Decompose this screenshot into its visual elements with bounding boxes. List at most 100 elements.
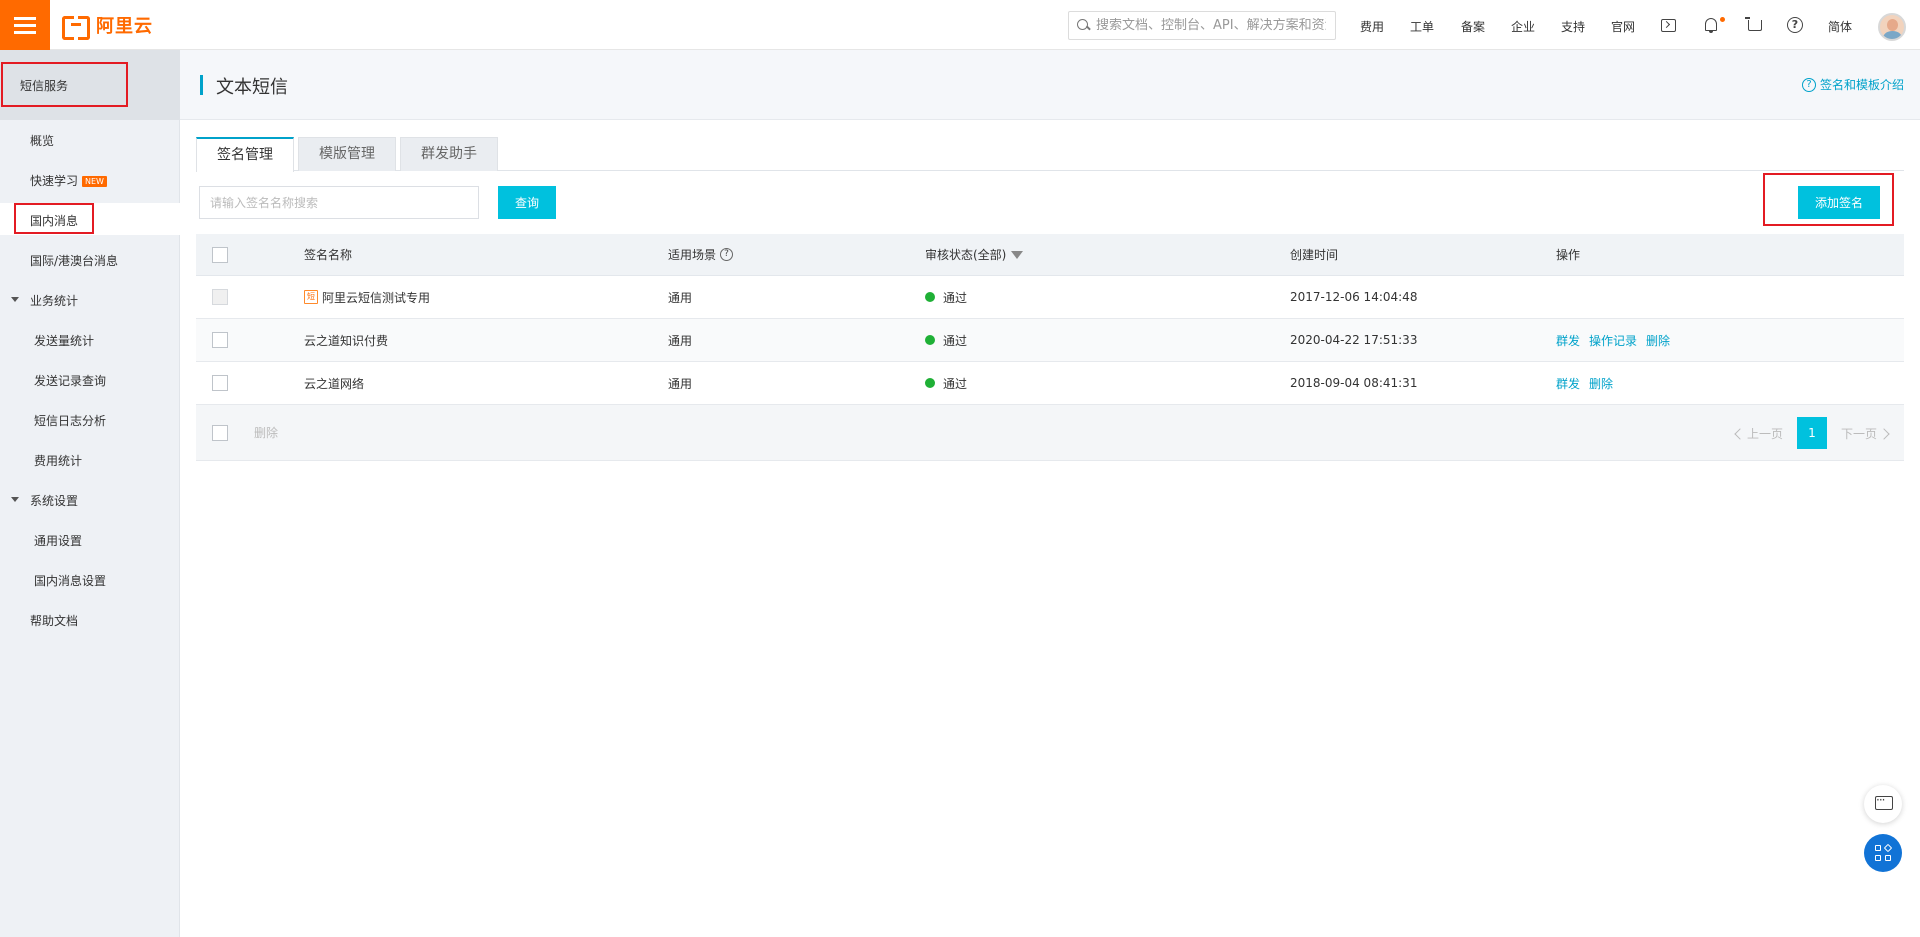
sidebar-item-quick-learn[interactable]: 快速学习 NEW — [0, 163, 180, 195]
new-badge: NEW — [82, 176, 107, 187]
footer-select-checkbox[interactable] — [212, 424, 228, 441]
status-text: 通过 — [943, 333, 968, 348]
sidebar-item-label: 快速学习 — [30, 174, 79, 188]
bulk-delete-button[interactable]: 删除 — [254, 405, 278, 460]
status-text: 通过 — [943, 376, 968, 391]
global-search-input[interactable] — [1096, 18, 1326, 33]
nav-enterprise[interactable]: 企业 — [1511, 18, 1535, 35]
sidebar-item-label: 概览 — [30, 134, 55, 148]
sidebar-item-domestic-settings[interactable]: 国内消息设置 — [0, 563, 180, 595]
bulk-send-link[interactable]: 群发 — [1556, 332, 1580, 349]
global-search[interactable] — [1068, 11, 1336, 40]
sign-name-text: 阿里云短信测试专用 — [322, 290, 431, 305]
page-number-current[interactable]: 1 — [1796, 417, 1827, 449]
sidebar-item-label: 帮助文档 — [30, 614, 79, 628]
nav-website[interactable]: 官网 — [1611, 18, 1635, 35]
help-icon[interactable]: ? — [1787, 17, 1803, 33]
delete-link[interactable]: 删除 — [1646, 332, 1670, 349]
logo-text: 阿里云 — [96, 16, 153, 37]
sidebar-item-log-analysis[interactable]: 短信日志分析 — [0, 403, 180, 435]
col-scene-label: 适用场景 — [668, 248, 717, 262]
question-icon: ? — [1801, 77, 1816, 92]
status-dot-icon — [925, 292, 935, 302]
sidebar-item-send-volume[interactable]: 发送量统计 — [0, 323, 180, 355]
row-actions: 群发 删除 — [1556, 362, 1622, 404]
scene: 通用 — [668, 290, 693, 305]
bulk-send-link[interactable]: 群发 — [1556, 375, 1580, 392]
page-header: 文本短信 ? 签名和模板介绍 — [180, 50, 1920, 120]
cart-icon[interactable] — [1745, 17, 1762, 31]
prev-page-button[interactable]: 上一页 — [1734, 425, 1783, 442]
select-all-checkbox[interactable] — [212, 246, 228, 263]
operation-log-link[interactable]: 操作记录 — [1589, 332, 1637, 349]
sidebar-item-label: 国内消息设置 — [34, 574, 107, 588]
intro-link-label: 签名和模板介绍 — [1819, 78, 1904, 92]
notification-dot — [1720, 17, 1725, 22]
add-sign-button[interactable]: 添加签名 — [1798, 186, 1880, 219]
sidebar-item-international[interactable]: 国际/港澳台消息 — [0, 243, 180, 275]
prev-page-label: 上一页 — [1746, 426, 1783, 441]
table-header: 签名名称 适用场景 ? 审核状态(全部) 创建时间 操作 — [196, 234, 1904, 276]
sidebar-item-help-docs[interactable]: 帮助文档 — [0, 603, 180, 635]
sidebar-item-label: 短信日志分析 — [34, 414, 107, 428]
scene: 通用 — [668, 333, 693, 348]
sidebar-item-label: 业务统计 — [30, 294, 79, 308]
sidebar-item-cost-stats[interactable]: 费用统计 — [0, 443, 180, 475]
search-icon — [1077, 19, 1090, 32]
col-actions: 操作 — [1556, 248, 1581, 262]
title-accent-bar — [200, 75, 203, 95]
created-time: 2017-12-06 14:04:48 — [1290, 290, 1418, 304]
sidebar-item-send-records[interactable]: 发送记录查询 — [0, 363, 180, 395]
sidebar-item-overview[interactable]: 概览 — [0, 123, 180, 155]
sign-name: 云之道网络 — [304, 376, 365, 391]
menu-icon[interactable] — [0, 0, 50, 50]
col-status: 审核状态(全部) — [925, 234, 1024, 275]
tab-sign-management[interactable]: 签名管理 — [196, 137, 294, 172]
tab-bulk-assistant[interactable]: 群发助手 — [400, 137, 498, 171]
row-checkbox[interactable] — [212, 332, 228, 348]
intro-link[interactable]: ? 签名和模板介绍 — [1801, 76, 1904, 93]
sign-name: 云之道知识付费 — [304, 333, 389, 348]
caret-down-icon — [11, 297, 19, 302]
status: 通过 — [925, 276, 967, 318]
scene: 通用 — [668, 376, 693, 391]
avatar[interactable] — [1878, 13, 1906, 41]
row-checkbox[interactable] — [212, 375, 228, 391]
sidebar-item-label: 发送记录查询 — [34, 374, 107, 388]
chat-icon[interactable] — [1864, 785, 1902, 823]
row-actions: 群发 操作记录 删除 — [1556, 319, 1679, 361]
query-button[interactable]: 查询 — [498, 186, 556, 219]
table-row: 短 阿里云短信测试专用 通用 通过 2017-12-06 14:04:48 — [196, 276, 1904, 319]
logo-icon — [62, 16, 90, 40]
created-time: 2018-09-04 08:41:31 — [1290, 376, 1418, 390]
status-text: 通过 — [943, 290, 968, 305]
nav-support[interactable]: 支持 — [1561, 18, 1585, 35]
col-created: 创建时间 — [1290, 248, 1339, 262]
sign-search-input[interactable] — [199, 186, 479, 219]
nav-fees[interactable]: 费用 — [1360, 18, 1384, 35]
sidebar: 短信服务 概览 快速学习 NEW 国内消息 国际/港澳台消息 业务统计 发送量统计… — [0, 50, 180, 937]
nav-filing[interactable]: 备案 — [1461, 18, 1485, 35]
sidebar-group-stats[interactable]: 业务统计 — [0, 283, 180, 315]
next-page-button[interactable]: 下一页 — [1841, 425, 1890, 442]
terminal-icon[interactable] — [1661, 19, 1676, 32]
status: 通过 — [925, 362, 967, 404]
table-row: 云之道知识付费 通用 通过 2020-04-22 17:51:33 群发 操作记… — [196, 319, 1904, 362]
col-status-label: 审核状态(全部) — [925, 248, 1007, 262]
delete-link[interactable]: 删除 — [1589, 375, 1613, 392]
sidebar-item-general-settings[interactable]: 通用设置 — [0, 523, 180, 555]
nav-ticket[interactable]: 工单 — [1410, 18, 1434, 35]
tab-template-management[interactable]: 模版管理 — [298, 137, 396, 171]
row-checkbox — [212, 289, 228, 305]
sidebar-group-settings[interactable]: 系统设置 — [0, 483, 180, 515]
col-sign-name: 签名名称 — [304, 248, 353, 262]
lang-switch[interactable]: 简体 — [1828, 18, 1852, 35]
filter-icon[interactable] — [1011, 250, 1024, 259]
info-icon[interactable]: ? — [720, 248, 734, 261]
bell-icon[interactable] — [1705, 18, 1717, 33]
status-dot-icon — [925, 335, 935, 345]
sidebar-item-label: 系统设置 — [30, 494, 79, 508]
aliyun-logo[interactable]: 阿里云 — [62, 13, 153, 40]
tab-bar: 签名管理 模版管理 群发助手 — [196, 137, 1904, 172]
apps-icon[interactable] — [1864, 834, 1902, 872]
